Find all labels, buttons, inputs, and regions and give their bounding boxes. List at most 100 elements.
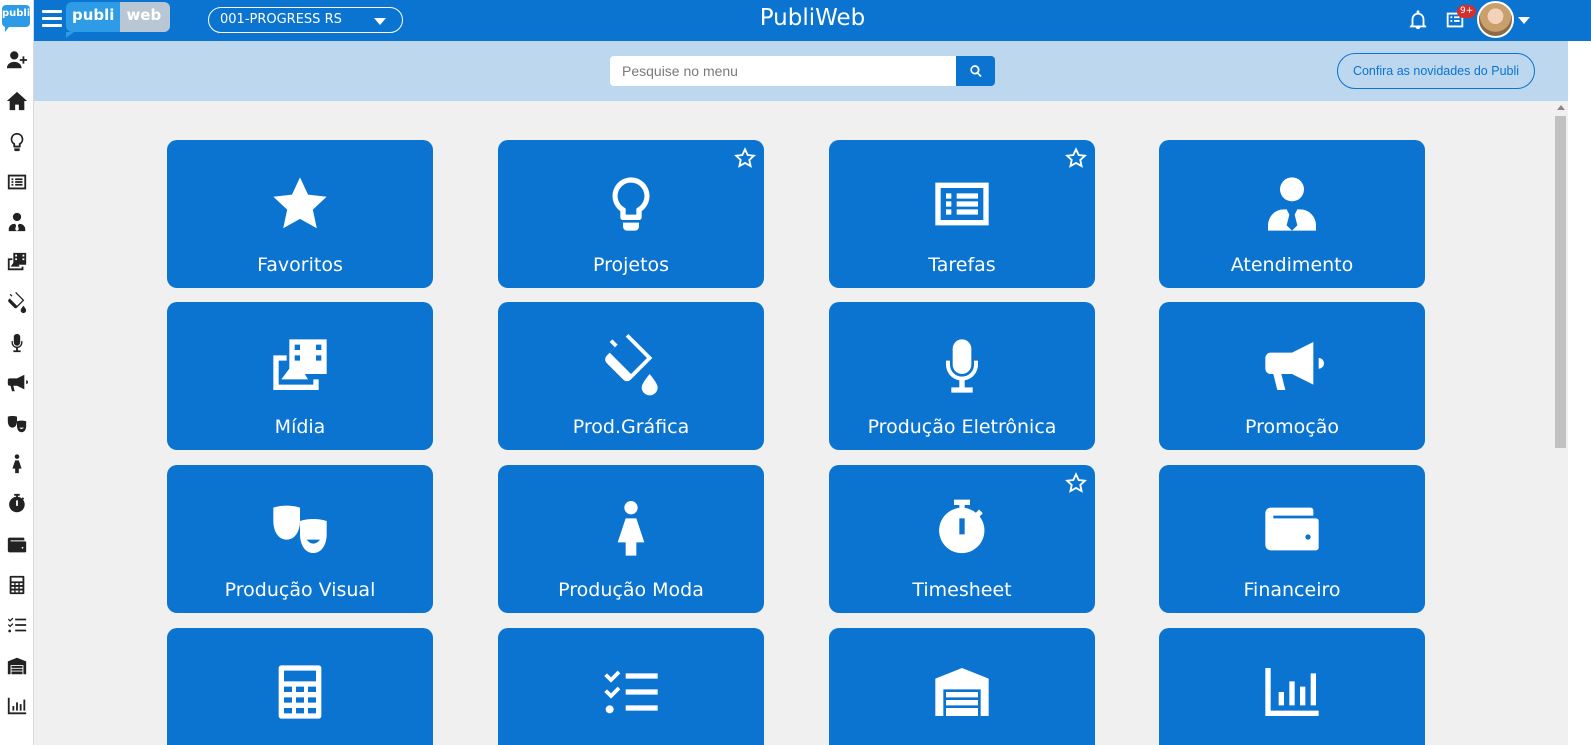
rail-add-user-icon[interactable] [3, 46, 31, 74]
search-input[interactable] [610, 56, 956, 86]
module-tile[interactable]: Projetos [498, 140, 764, 288]
company-selector[interactable]: 001-PROGRESS RS [208, 7, 403, 33]
search-strip: Confira as novidades do Publi [34, 41, 1591, 101]
module-tile[interactable]: Produção Visual [167, 465, 433, 613]
rail-warehouse-icon[interactable] [3, 652, 31, 680]
paint-bucket-icon [498, 334, 764, 396]
brand-logo[interactable]: publi web [66, 2, 171, 38]
home-icon [6, 91, 28, 111]
list-check-icon [498, 660, 764, 722]
list-icon [7, 174, 27, 190]
module-tile-label: Prod.Gráfica [572, 416, 690, 438]
paint-bucket-icon [8, 292, 27, 314]
wallet-icon [7, 537, 27, 553]
module-tile[interactable]: Favoritos [167, 140, 433, 288]
module-tile[interactable] [498, 628, 764, 745]
search-button[interactable] [956, 56, 995, 86]
module-tile[interactable] [1159, 628, 1425, 745]
calculator-icon [167, 660, 433, 722]
rail-list-check-icon[interactable] [3, 611, 31, 639]
module-tile[interactable]: Produção Eletrônica [829, 302, 1095, 450]
module-tile-label: Promoção [1245, 416, 1339, 438]
rail-calculator-icon[interactable] [3, 571, 31, 599]
rail-home-icon[interactable] [3, 87, 31, 115]
module-tile[interactable]: Promoção [1159, 302, 1425, 450]
rail-microphone-icon[interactable] [3, 329, 31, 357]
bell-icon[interactable] [1407, 9, 1429, 31]
module-grid: Favoritos Projetos Tarefas Atendimento Mídia… [34, 101, 1553, 745]
menu-icon[interactable] [42, 10, 62, 28]
photo-film-icon [7, 252, 27, 271]
module-tile[interactable]: Financeiro [1159, 465, 1425, 613]
news-button[interactable]: Confira as novidades do Publi [1337, 53, 1535, 89]
avatar[interactable] [1477, 1, 1514, 38]
warehouse-icon [7, 657, 27, 675]
top-bar: publi web 001-PROGRESS RS PubliWeb [34, 0, 1591, 41]
module-tile-label: Favoritos [257, 254, 343, 276]
rail-stopwatch-icon[interactable] [3, 490, 31, 518]
left-icon-rail: publi [0, 0, 34, 745]
rail-chart-icon[interactable] [3, 692, 31, 720]
rail-photo-film-icon[interactable] [3, 248, 31, 276]
scroll-thumb[interactable] [1555, 116, 1566, 448]
rail-masks-icon[interactable] [3, 410, 31, 438]
user-tie-icon [8, 212, 26, 232]
brand-logo-right: web [120, 2, 171, 32]
module-tile[interactable] [167, 628, 433, 745]
scroll-up-icon[interactable] [1557, 105, 1565, 110]
person-dress-icon [12, 454, 22, 474]
masks-icon [167, 497, 433, 559]
rail-megaphone-icon[interactable] [3, 369, 31, 397]
module-tile[interactable]: Tarefas [829, 140, 1095, 288]
module-tile[interactable]: Prod.Gráfica [498, 302, 764, 450]
rail-lightbulb-icon[interactable] [3, 128, 31, 156]
page-edge [1568, 41, 1591, 745]
search-icon [969, 65, 982, 78]
module-tile[interactable]: Timesheet [829, 465, 1095, 613]
wallet-icon [1159, 497, 1425, 559]
rail-person-dress-icon[interactable] [3, 450, 31, 478]
rail-wallet-icon[interactable] [3, 531, 31, 559]
favorite-star-icon[interactable] [1065, 472, 1087, 494]
warehouse-icon [829, 660, 1095, 722]
list-icon [829, 172, 1095, 234]
rail-paint-bucket-icon[interactable] [3, 289, 31, 317]
microphone-icon [11, 333, 23, 353]
company-selector-value: 001-PROGRESS RS [220, 12, 342, 27]
megaphone-icon [1159, 334, 1425, 396]
favorite-star-icon[interactable] [734, 147, 756, 169]
chart-icon [7, 697, 27, 715]
favorite-star-icon[interactable] [1065, 147, 1087, 169]
module-tile-label: Produção Eletrônica [867, 416, 1057, 438]
module-tile-label: Projetos [592, 254, 670, 276]
megaphone-icon [7, 374, 28, 392]
chevron-down-icon [374, 18, 386, 25]
stopwatch-icon [829, 497, 1095, 559]
module-tile-label: Produção Visual [224, 579, 376, 601]
rail-logo[interactable]: publi [2, 5, 30, 32]
star-icon [167, 172, 433, 234]
module-tile-label: Financeiro [1243, 579, 1341, 601]
lightbulb-icon [10, 132, 24, 152]
module-tile[interactable]: Mídia [167, 302, 433, 450]
microphone-icon [829, 334, 1095, 396]
masks-icon [7, 415, 27, 433]
rail-user-tie-icon[interactable] [3, 208, 31, 236]
module-tile-label: Produção Moda [558, 579, 704, 601]
chevron-down-icon[interactable] [1518, 17, 1530, 24]
calculator-icon [9, 575, 25, 595]
person-dress-icon [498, 497, 764, 559]
module-tile[interactable]: Produção Moda [498, 465, 764, 613]
module-tile-label: Atendimento [1230, 254, 1354, 276]
photo-film-icon [167, 334, 433, 396]
rail-list-icon[interactable] [3, 168, 31, 196]
stopwatch-icon [9, 493, 25, 513]
module-tile-label: Mídia [274, 416, 326, 438]
add-user-icon [6, 51, 28, 69]
module-tile[interactable] [829, 628, 1095, 745]
notification-badge: 9+ [1457, 5, 1477, 18]
module-tile-label: Tarefas [928, 254, 996, 276]
brand-logo-left: publi [66, 2, 121, 38]
module-tile[interactable]: Atendimento [1159, 140, 1425, 288]
scrollbar[interactable] [1553, 101, 1568, 745]
